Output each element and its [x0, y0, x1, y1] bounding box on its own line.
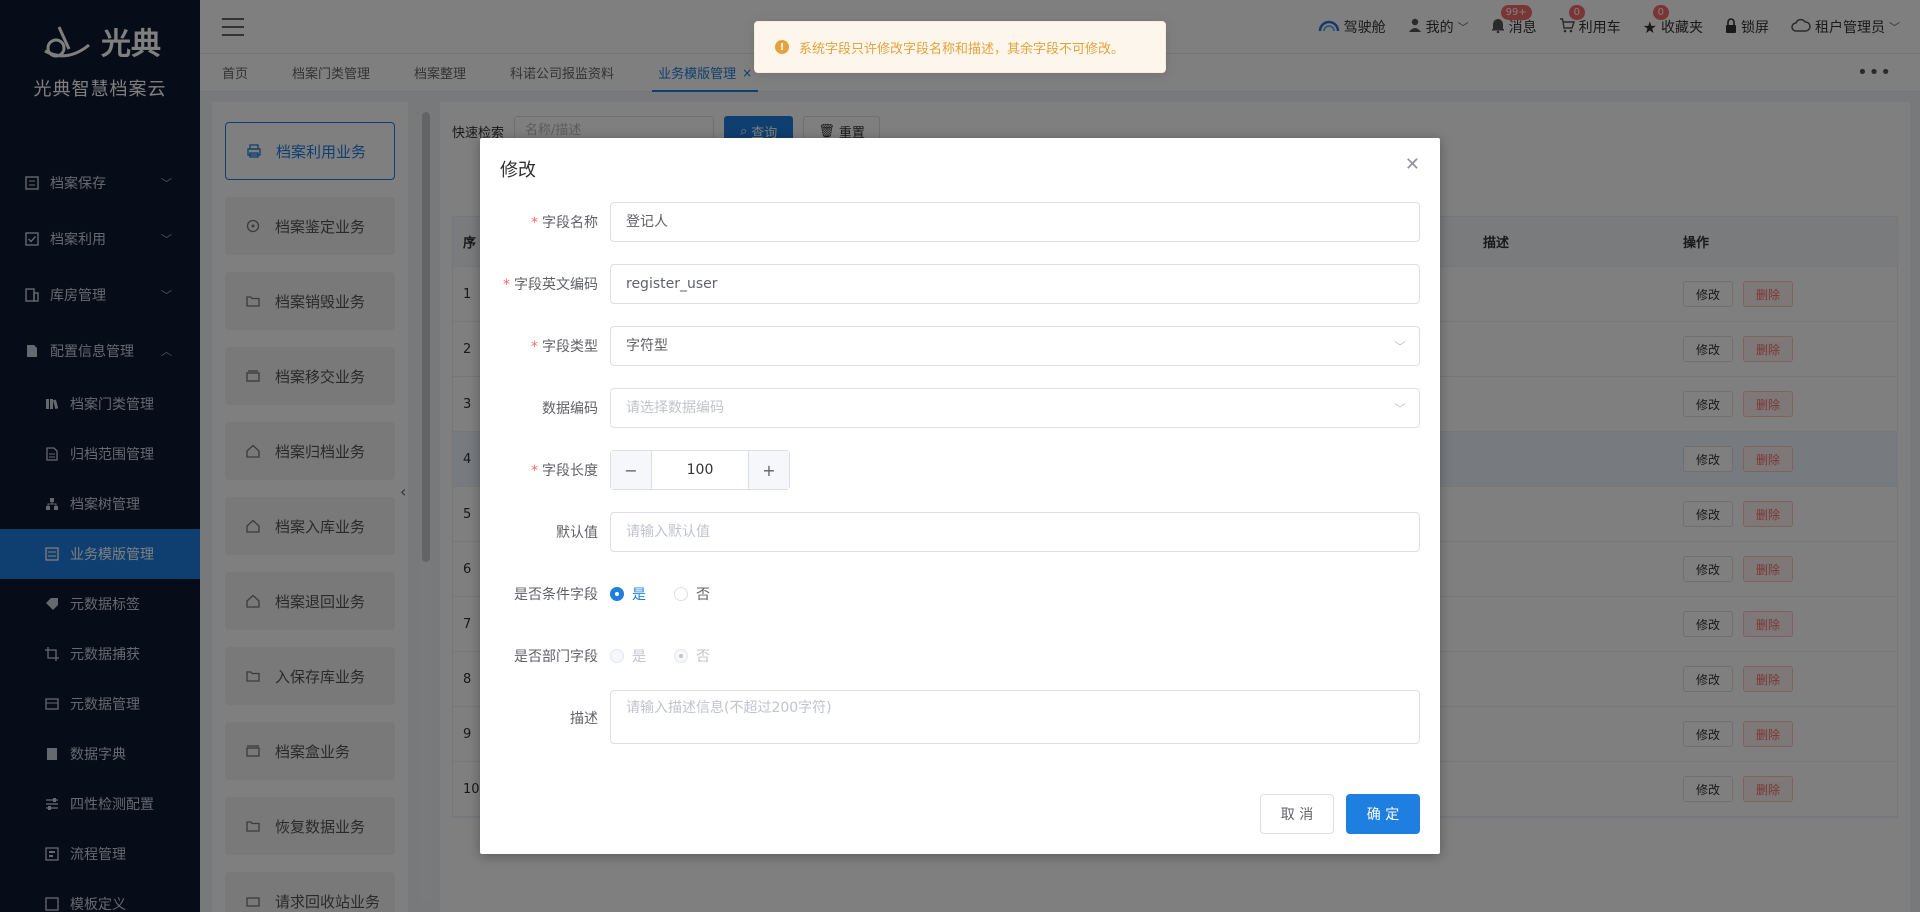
cancel-button[interactable]: 取 消 — [1260, 794, 1334, 834]
field-code-label: * 字段英文编码 — [503, 277, 598, 293]
field-name-label: * 字段名称 — [531, 215, 598, 231]
field-type-label: * 字段类型 — [531, 339, 598, 355]
description-row: 描述 请输入描述信息(不超过200字符) — [480, 690, 1420, 744]
field-type-row: * 字段类型 字符型 ﹀ — [480, 326, 1420, 366]
data-code-select[interactable]: 请选择数据编码 — [610, 388, 1420, 428]
field-code-row: * 字段英文编码 register_user — [480, 264, 1420, 304]
warning-toast: ! 系统字段只许修改字段名称和描述，其余字段不可修改。 — [754, 21, 1166, 73]
default-value-label: 默认值 — [556, 525, 598, 541]
field-length-label: * 字段长度 — [531, 463, 598, 479]
default-value-input[interactable]: 请输入默认值 — [610, 512, 1420, 552]
field-length-row: * 字段长度 − 100 + — [480, 450, 1420, 490]
warning-icon: ! — [775, 40, 789, 54]
chevron-down-icon: ﹀ — [1393, 402, 1406, 416]
condition-field-label: 是否条件字段 — [514, 587, 598, 603]
field-length-value[interactable]: 100 — [652, 451, 748, 489]
confirm-button[interactable]: 确 定 — [1346, 794, 1420, 834]
description-textarea[interactable]: 请输入描述信息(不超过200字符) — [610, 690, 1420, 744]
field-name-input[interactable]: 登记人 — [610, 202, 1420, 242]
dept-field-label: 是否部门字段 — [514, 649, 598, 665]
dialog-title: 修改 — [500, 160, 536, 181]
field-code-input[interactable]: register_user — [610, 264, 1420, 304]
field-length-stepper: − 100 + — [610, 450, 790, 490]
description-label: 描述 — [570, 711, 598, 727]
data-code-label: 数据编码 — [542, 401, 598, 417]
dept-no-radio[interactable]: 否 — [674, 646, 710, 666]
dept-yes-radio[interactable]: 是 — [610, 646, 646, 666]
increment-button[interactable]: + — [748, 451, 789, 489]
edit-dialog: 修改 ✕ * 字段名称 登记人 * 字段英文编码 register_user * 字段… — [480, 138, 1440, 854]
dept-field-row: 是否部门字段 是 否 — [480, 636, 1420, 676]
condition-no-radio[interactable]: 否 — [674, 584, 710, 604]
condition-yes-radio[interactable]: 是 — [610, 584, 646, 604]
field-name-row: * 字段名称 登记人 — [480, 202, 1420, 242]
dialog-footer: 取 消 确 定 — [1260, 794, 1420, 834]
condition-field-row: 是否条件字段 是 否 — [480, 574, 1420, 614]
toast-message: 系统字段只许修改字段名称和描述，其余字段不可修改。 — [799, 41, 1125, 57]
field-type-select[interactable]: 字符型 — [610, 326, 1420, 366]
decrement-button[interactable]: − — [611, 451, 652, 489]
dept-radio-group: 是 否 — [610, 636, 1420, 676]
data-code-row: 数据编码 请选择数据编码 ﹀ — [480, 388, 1420, 428]
default-value-row: 默认值 请输入默认值 — [480, 512, 1420, 552]
close-icon[interactable]: ✕ — [1405, 154, 1420, 175]
chevron-down-icon: ﹀ — [1393, 340, 1406, 354]
condition-radio-group: 是 否 — [610, 574, 1420, 614]
